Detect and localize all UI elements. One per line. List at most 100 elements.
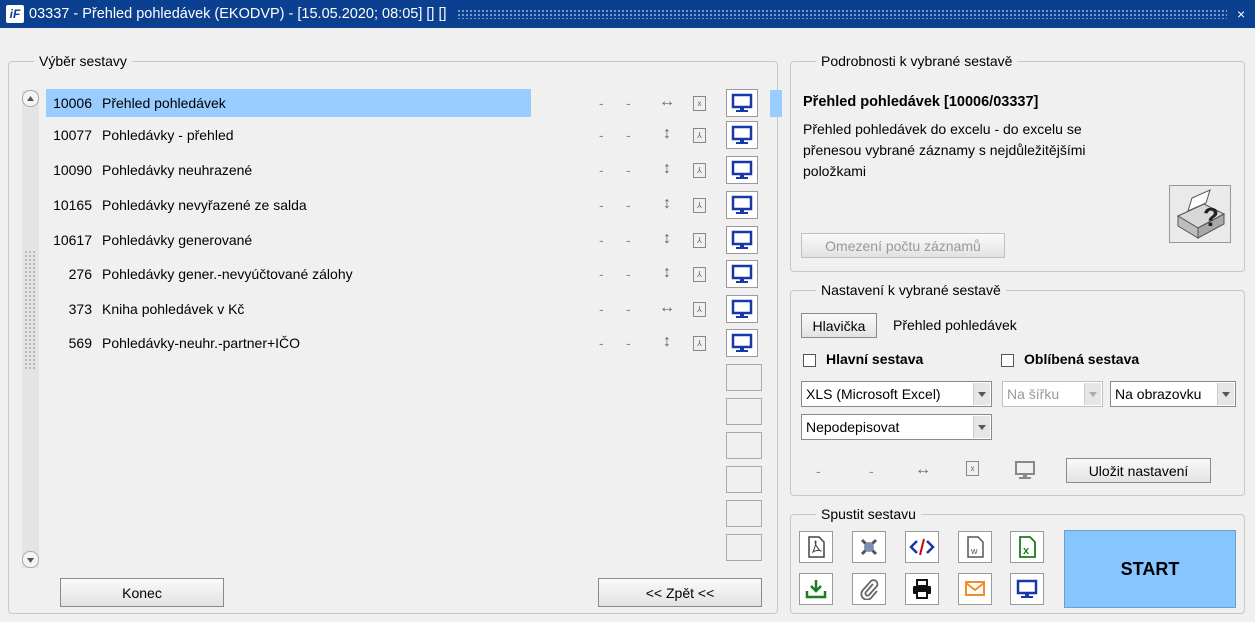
dash: - bbox=[626, 232, 631, 248]
print-button[interactable] bbox=[905, 573, 939, 605]
dash: - bbox=[626, 266, 631, 282]
word-export-button[interactable]: w bbox=[958, 531, 992, 563]
report-row[interactable]: 10077 Pohledávky - přehled - - ↕ ⅄ bbox=[46, 121, 766, 149]
monitor-icon bbox=[731, 160, 753, 179]
report-description-line: přenesou vybrané záznamy s nejdůležitějš… bbox=[803, 142, 1086, 158]
dash: - bbox=[599, 335, 604, 351]
report-row[interactable]: 569 Pohledávky-neuhr.-partner+IČO - - ↕ … bbox=[46, 329, 766, 357]
preview-monitor-button[interactable] bbox=[726, 226, 758, 254]
monitor-icon bbox=[1014, 460, 1036, 483]
report-row[interactable]: 276 Pohledávky gener.-nevyúčtované záloh… bbox=[46, 260, 766, 288]
save-settings-button[interactable]: Uložit nastavení bbox=[1066, 458, 1211, 483]
mail-icon bbox=[965, 581, 985, 596]
pdf-icon bbox=[808, 536, 825, 558]
orientation-icon: ↕ bbox=[663, 230, 671, 247]
orientation-select[interactable]: Na šířku bbox=[1002, 381, 1103, 407]
report-description-line: položkami bbox=[803, 163, 867, 179]
preview-monitor-button[interactable] bbox=[726, 329, 758, 357]
cancel-export-button[interactable] bbox=[852, 531, 886, 563]
excel-doc-icon: x bbox=[966, 461, 979, 476]
empty-slot[interactable] bbox=[726, 432, 762, 459]
signature-select[interactable]: Nepodepisovat bbox=[801, 414, 992, 440]
report-description-line: Přehled pohledávek do excelu - do excelu… bbox=[803, 121, 1082, 137]
header-value: Přehled pohledávek bbox=[893, 317, 1017, 333]
screen-output-button[interactable] bbox=[1010, 573, 1044, 605]
download-button[interactable] bbox=[799, 573, 833, 605]
report-row[interactable]: 373 Kniha pohledávek v Kč - - ↔ ⅄ bbox=[46, 295, 766, 323]
dash: - bbox=[599, 197, 604, 213]
preview-monitor-button[interactable] bbox=[726, 121, 758, 149]
start-button[interactable]: START bbox=[1064, 530, 1236, 608]
window-title: 03337 - Přehled pohledávek (EKODVP) - [1… bbox=[29, 6, 447, 22]
dash: - bbox=[599, 301, 604, 317]
monitor-icon bbox=[731, 195, 753, 214]
vertical-scrollbar[interactable] bbox=[22, 90, 39, 568]
empty-slot[interactable] bbox=[726, 500, 762, 527]
email-button[interactable] bbox=[958, 573, 992, 605]
scroll-up-button[interactable] bbox=[22, 90, 39, 107]
monitor-icon bbox=[731, 125, 753, 144]
preview-monitor-button[interactable] bbox=[726, 295, 758, 323]
preview-monitor-button[interactable] bbox=[726, 89, 758, 117]
report-row[interactable]: 10006 Přehled pohledávek - - ↔ x bbox=[46, 89, 766, 117]
svg-text:w: w bbox=[970, 546, 978, 556]
report-number: 10090 bbox=[53, 162, 92, 178]
scroll-thumb[interactable] bbox=[24, 250, 37, 370]
favorite-checkbox[interactable] bbox=[1001, 351, 1014, 367]
preview-monitor-button[interactable] bbox=[726, 191, 758, 219]
empty-slot[interactable] bbox=[726, 466, 762, 493]
title-bar-pattern bbox=[456, 9, 1227, 19]
dash: - bbox=[626, 301, 631, 317]
report-row[interactable]: 10090 Pohledávky neuhrazené - - ↕ ⅄ bbox=[46, 156, 766, 184]
report-number: 373 bbox=[68, 301, 92, 317]
back-button[interactable]: << Zpět << bbox=[598, 578, 762, 607]
empty-slot[interactable] bbox=[726, 398, 762, 425]
printer-icon bbox=[913, 579, 931, 599]
excel-export-button[interactable]: x bbox=[1010, 531, 1044, 563]
report-name: Pohledávky nevyřazené ze salda bbox=[102, 197, 307, 213]
chevron-down-icon[interactable] bbox=[973, 416, 990, 438]
preview-monitor-button[interactable] bbox=[726, 156, 758, 184]
dash: - bbox=[816, 463, 821, 479]
orientation-icon: ↕ bbox=[663, 264, 671, 281]
main-report-checkbox[interactable] bbox=[803, 351, 816, 367]
monitor-icon bbox=[731, 230, 753, 249]
app-logo-icon: iF bbox=[6, 5, 24, 23]
scroll-down-icon bbox=[27, 558, 34, 563]
favorite-label: Oblíbená sestava bbox=[1024, 351, 1140, 367]
chevron-down-icon[interactable] bbox=[1084, 383, 1101, 405]
scroll-up-icon bbox=[27, 96, 34, 101]
orientation-icon: ↕ bbox=[663, 125, 671, 142]
empty-slot[interactable] bbox=[726, 364, 762, 391]
format-select[interactable]: XLS (Microsoft Excel) bbox=[801, 381, 992, 407]
scroll-down-button[interactable] bbox=[22, 551, 39, 568]
close-button[interactable]: Konec bbox=[60, 578, 224, 607]
monitor-icon bbox=[1016, 579, 1038, 598]
report-number: 569 bbox=[68, 335, 92, 351]
close-icon[interactable]: × bbox=[1237, 6, 1251, 22]
report-number: 276 bbox=[68, 266, 92, 282]
record-limit-button[interactable]: Omezení počtu záznamů bbox=[801, 233, 1005, 258]
report-name: Pohledávky neuhrazené bbox=[102, 162, 253, 178]
document-type-icon: x bbox=[693, 96, 706, 111]
header-button[interactable]: Hlavička bbox=[801, 313, 877, 338]
dash: - bbox=[869, 463, 874, 479]
empty-slot[interactable] bbox=[726, 534, 762, 561]
checkbox-box[interactable] bbox=[803, 353, 816, 367]
pdf-export-button[interactable] bbox=[799, 531, 833, 563]
chevron-down-icon[interactable] bbox=[973, 383, 990, 405]
monitor-icon bbox=[731, 333, 753, 352]
chevron-down-icon[interactable] bbox=[1217, 383, 1234, 405]
document-type-icon: ⅄ bbox=[693, 302, 706, 317]
report-row[interactable]: 10617 Pohledávky generované - - ↕ ⅄ bbox=[46, 226, 766, 254]
monitor-icon bbox=[731, 299, 753, 318]
preview-monitor-button[interactable] bbox=[726, 260, 758, 288]
printer-help-button[interactable]: ? bbox=[1169, 185, 1231, 243]
report-row[interactable]: 10165 Pohledávky nevyřazené ze salda - -… bbox=[46, 191, 766, 219]
output-select[interactable]: Na obrazovku bbox=[1110, 381, 1236, 407]
xml-export-button[interactable] bbox=[905, 531, 939, 563]
checkbox-box[interactable] bbox=[1001, 353, 1014, 367]
svg-text:x: x bbox=[1023, 545, 1030, 557]
attachment-button[interactable] bbox=[852, 573, 886, 605]
selection-marker bbox=[770, 90, 782, 117]
